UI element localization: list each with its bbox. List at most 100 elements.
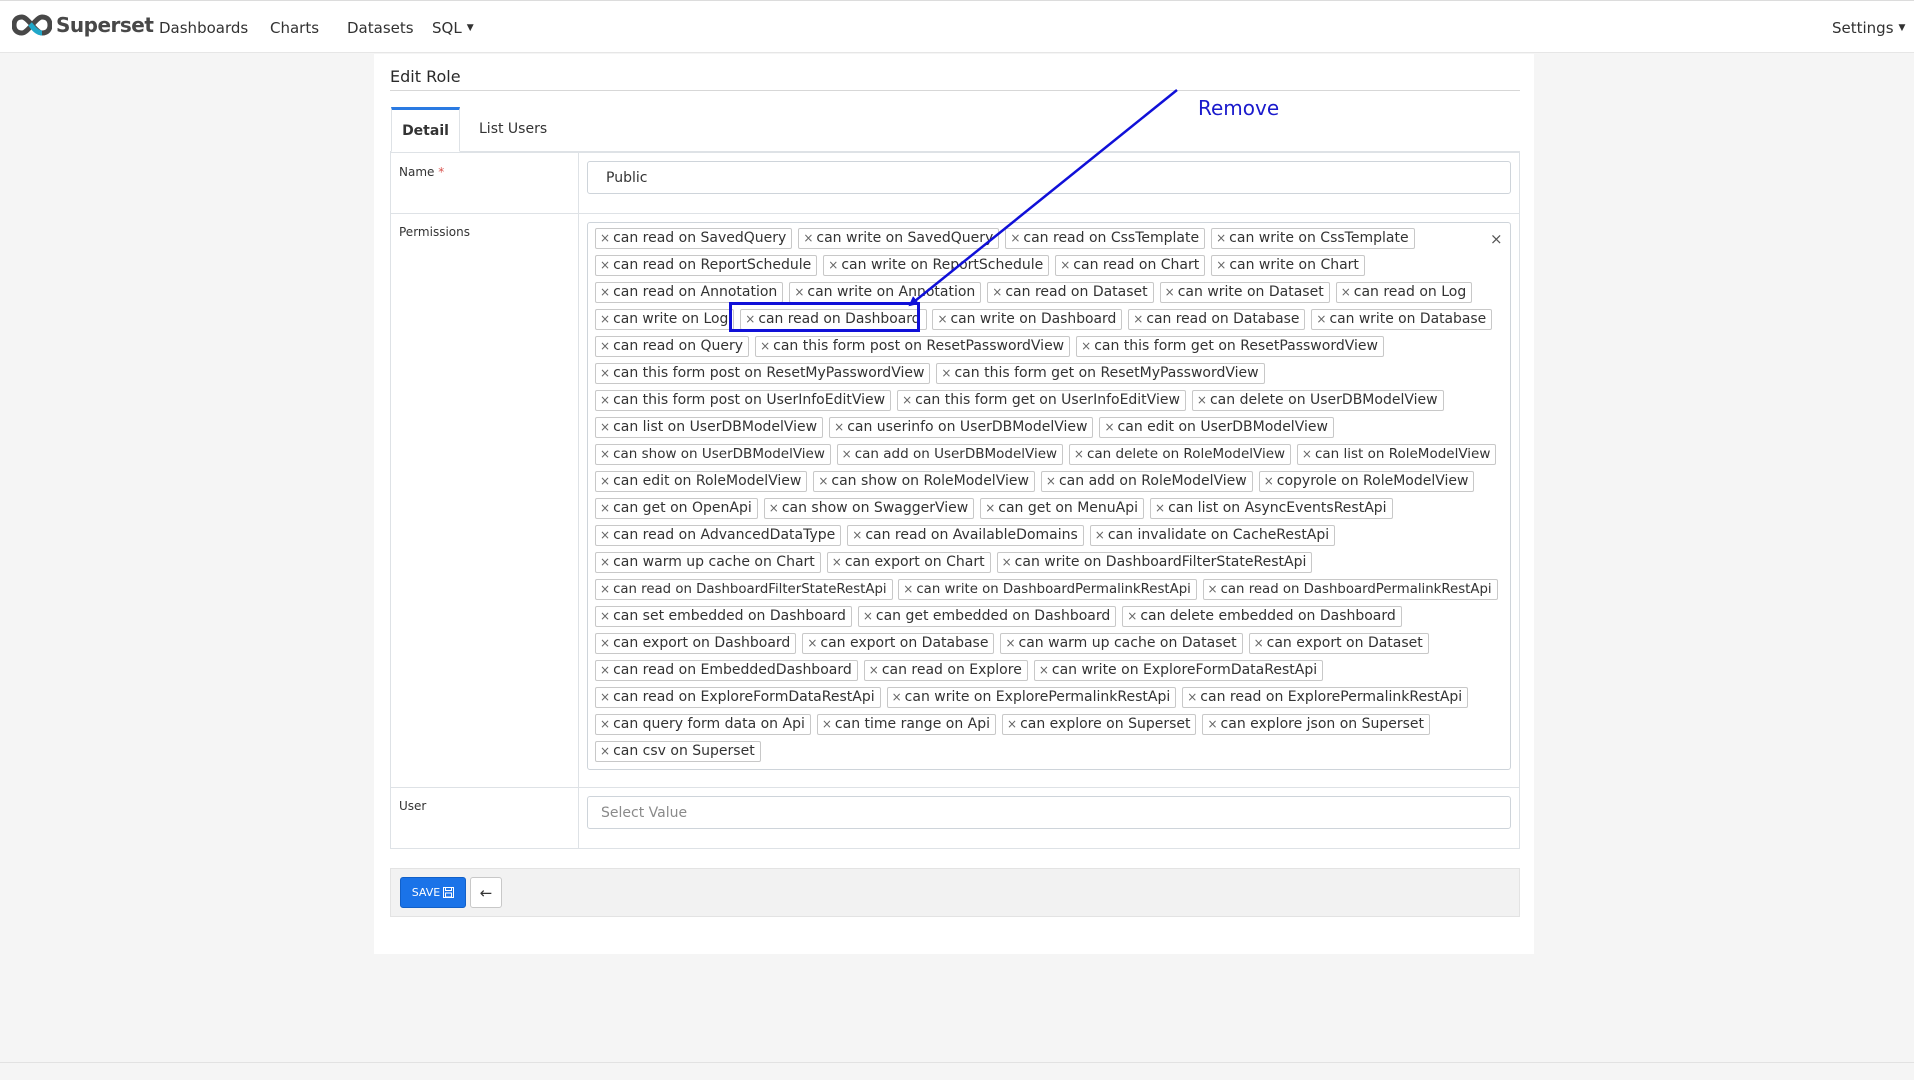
permission-chip[interactable]: × can add on UserDBModelView [836,444,1064,465]
close-icon[interactable]: × [941,366,951,380]
permission-chip[interactable]: × can write on DashboardPermalinkRestApi [898,579,1197,600]
close-icon[interactable]: × [1208,582,1218,596]
close-icon[interactable]: × [1165,285,1175,299]
permission-chip[interactable]: × can warm up cache on Dataset [1000,633,1243,654]
permission-chip[interactable]: × can userinfo on UserDBModelView [829,417,1094,438]
close-icon[interactable]: × [892,690,902,704]
close-icon[interactable]: × [1207,717,1217,731]
close-icon[interactable]: × [832,555,842,569]
permission-chip[interactable]: × can read on Dashboard [740,309,927,330]
permission-chip[interactable]: × can edit on UserDBModelView [1099,417,1334,438]
permission-chip[interactable]: × can write on ReportSchedule [823,255,1050,276]
permission-chip[interactable]: × can invalidate on CacheRestApi [1089,525,1336,546]
permission-chip[interactable]: × can write on ExplorePermalinkRestApi [886,687,1177,708]
nav-settings[interactable]: Settings ▼ [1832,1,1905,54]
back-button[interactable]: ← [470,877,502,908]
permission-chip[interactable]: × can this form post on ResetMyPasswordVi… [595,363,931,384]
close-icon[interactable]: × [760,339,770,353]
close-icon[interactable]: × [600,582,610,596]
close-icon[interactable]: × [600,285,610,299]
permission-chip[interactable]: × can export on Chart [826,552,991,573]
close-icon[interactable]: × [937,312,947,326]
close-icon[interactable]: × [600,555,610,569]
user-select[interactable]: Select Value [587,796,1511,829]
close-icon[interactable]: × [1216,258,1226,272]
permission-chip[interactable]: × can read on SavedQuery [595,228,793,249]
permission-chip[interactable]: × can warm up cache on Chart [595,552,821,573]
close-icon[interactable]: × [852,528,862,542]
close-icon[interactable]: × [600,312,610,326]
tab-detail[interactable]: Detail [391,107,460,152]
permission-chip[interactable]: × can delete on UserDBModelView [1191,390,1444,411]
permission-chip[interactable]: × copyrole on RoleModelView [1258,471,1475,492]
permission-chip[interactable]: × can write on Dashboard [932,309,1123,330]
permission-chip[interactable]: × can this form post on UserInfoEditView [595,390,892,411]
close-icon[interactable]: × [1005,636,1015,650]
permission-chip[interactable]: × can list on AsyncEventsRestApi [1150,498,1393,519]
permission-chip[interactable]: × can read on DashboardPermalinkRestApi [1202,579,1498,600]
permission-chip[interactable]: × can get on OpenApi [595,498,758,519]
permission-chip[interactable]: × can read on ReportSchedule [595,255,818,276]
close-icon[interactable]: × [1264,474,1274,488]
permission-chip[interactable]: × can export on Dataset [1248,633,1429,654]
close-icon[interactable]: × [600,231,610,245]
permission-chip[interactable]: × can read on DashboardFilterStateRestApi [595,579,893,600]
close-icon[interactable]: × [1104,420,1114,434]
close-icon[interactable]: × [842,447,852,461]
permission-chip[interactable]: × can this form post on ResetPasswordView [755,336,1071,357]
permission-chip[interactable]: × can write on ExploreFormDataRestApi [1033,660,1324,681]
permission-chip[interactable]: × can read on EmbeddedDashboard [595,660,858,681]
permission-chip[interactable]: × can read on Log [1335,282,1473,303]
close-icon[interactable]: × [1155,501,1165,515]
close-icon[interactable]: × [1007,717,1017,731]
close-icon[interactable]: × [1302,447,1312,461]
close-icon[interactable]: × [903,582,913,596]
close-icon[interactable]: × [600,690,610,704]
permission-chip[interactable]: × can list on RoleModelView [1296,444,1497,465]
permission-chip[interactable]: × can write on Database [1311,309,1493,330]
permission-chip[interactable]: × can read on ExplorePermalinkRestApi [1182,687,1469,708]
permission-chip[interactable]: × can show on SwaggerView [763,498,975,519]
close-icon[interactable]: × [1127,609,1137,623]
close-icon[interactable]: × [1002,555,1012,569]
close-icon[interactable]: × [600,501,610,515]
close-icon[interactable]: × [600,474,610,488]
permission-chip[interactable]: × can read on CssTemplate [1005,228,1206,249]
close-icon[interactable]: × [600,663,610,677]
permission-chip[interactable]: × can list on UserDBModelView [595,417,824,438]
name-input[interactable]: Public [587,161,1511,194]
permission-chip[interactable]: × can read on Annotation [595,282,784,303]
close-icon[interactable]: × [1081,339,1091,353]
save-button[interactable]: SAVE [400,877,466,908]
permission-chip[interactable]: × can edit on RoleModelView [595,471,808,492]
close-icon[interactable]: × [902,393,912,407]
permission-chip[interactable]: × can read on Dataset [987,282,1154,303]
permission-chip[interactable]: × can this form get on ResetMyPasswordVie… [936,363,1265,384]
close-icon[interactable]: × [1341,285,1351,299]
permission-chip[interactable]: × can write on SavedQuery [798,228,1000,249]
nav-charts[interactable]: Charts [270,1,319,54]
permission-chip[interactable]: × can explore json on Superset [1202,714,1431,735]
permission-chip[interactable]: × can get embedded on Dashboard [857,606,1117,627]
permission-chip[interactable]: × can write on Dataset [1159,282,1330,303]
close-icon[interactable]: × [863,609,873,623]
close-icon[interactable]: × [1046,474,1056,488]
close-icon[interactable]: × [1010,231,1020,245]
close-icon[interactable]: × [985,501,995,515]
close-icon[interactable]: × [818,474,828,488]
close-icon[interactable]: × [869,663,879,677]
clear-all-icon[interactable]: × [1490,230,1503,248]
permission-chip[interactable]: × can read on ExploreFormDataRestApi [595,687,881,708]
close-icon[interactable]: × [600,258,610,272]
permission-chip[interactable]: × can this form get on ResetPasswordView [1076,336,1384,357]
permission-chip[interactable]: × can csv on Superset [595,741,761,762]
close-icon[interactable]: × [1187,690,1197,704]
permission-chip[interactable]: × can write on Chart [1211,255,1365,276]
close-icon[interactable]: × [992,285,1002,299]
permission-chip[interactable]: × can time range on Api [816,714,997,735]
permission-chip[interactable]: × can set embedded on Dashboard [595,606,852,627]
permission-chip[interactable]: × can read on Query [595,336,750,357]
close-icon[interactable]: × [600,366,610,380]
close-icon[interactable]: × [1060,258,1070,272]
close-icon[interactable]: × [600,609,610,623]
